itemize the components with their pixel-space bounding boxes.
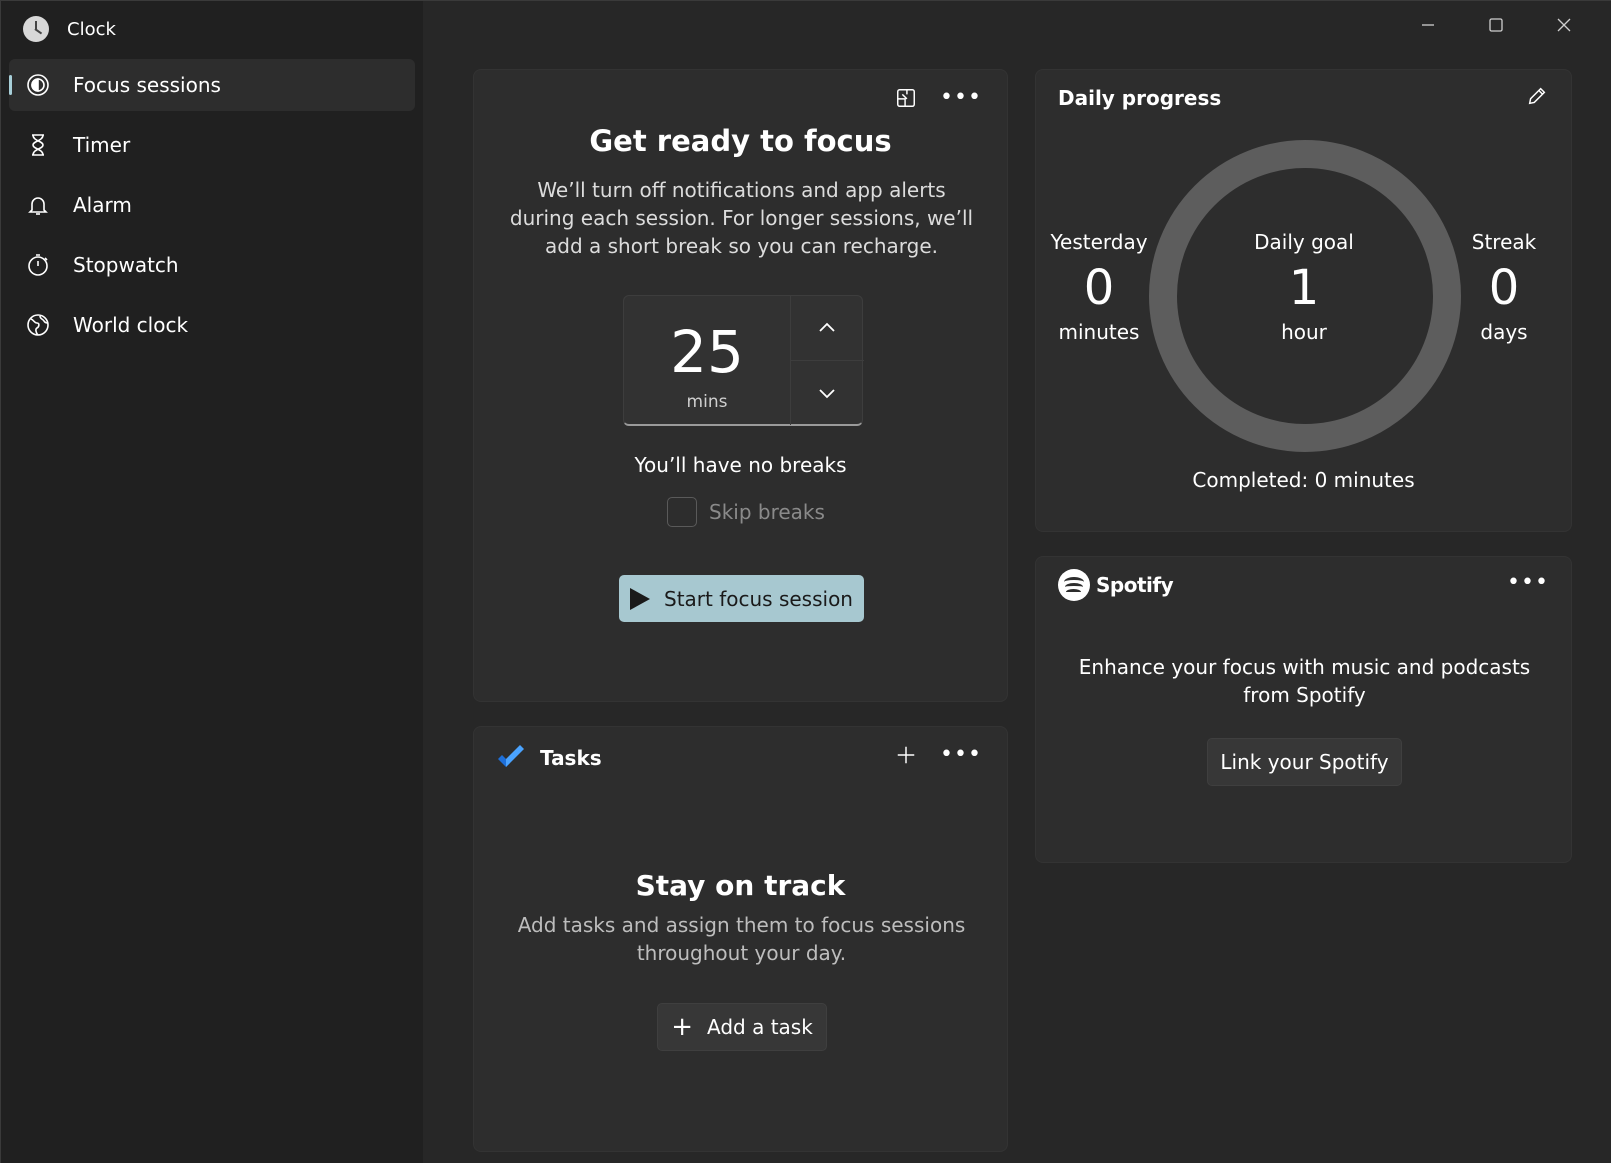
spotify-name: Spotify xyxy=(1096,573,1174,597)
maximize-button[interactable] xyxy=(1462,1,1530,49)
sidebar-item-timer[interactable]: Timer xyxy=(9,119,415,171)
sidebar-item-label: World clock xyxy=(73,313,189,337)
start-focus-session-label: Start focus session xyxy=(664,586,853,611)
play-icon xyxy=(630,587,650,610)
duration-unit: mins xyxy=(686,392,728,412)
tasks-description: Add tasks and assign them to focus sessi… xyxy=(517,913,966,965)
focus-session-card: ••• Get ready to focus We’ll turn off no… xyxy=(473,69,1008,702)
spotify-logo-icon xyxy=(1058,569,1090,601)
completed-text: Completed: 0 minutes xyxy=(1192,468,1415,492)
plus-icon: + xyxy=(671,1012,693,1042)
add-task-icon-button[interactable] xyxy=(888,737,924,773)
spotify-description: Enhance your focus with music and podcas… xyxy=(1078,655,1531,707)
sidebar-item-world-clock[interactable]: World clock xyxy=(9,299,415,351)
main-content: ••• Get ready to focus We’ll turn off no… xyxy=(423,1,1611,1163)
spotify-card: Spotify ••• Enhance your focus with musi… xyxy=(1035,556,1572,863)
breaks-info: You’ll have no breaks xyxy=(634,453,847,477)
daily-goal-label: Daily goal xyxy=(1254,230,1354,254)
sidebar: Clock Focus sessions Timer Alarm Stopwat… xyxy=(1,1,423,1163)
increase-duration-button[interactable] xyxy=(791,296,863,360)
pencil-icon xyxy=(1528,87,1546,105)
daily-goal-value: 1 xyxy=(1288,260,1320,316)
sidebar-item-focus-sessions[interactable]: Focus sessions xyxy=(9,59,415,111)
streak-label: Streak xyxy=(1471,230,1537,254)
more-icon: ••• xyxy=(940,85,982,110)
clock-app-icon xyxy=(23,16,49,42)
todo-check-icon xyxy=(498,745,524,767)
minimize-button[interactable] xyxy=(1394,1,1462,49)
compact-view-button[interactable] xyxy=(888,80,924,116)
hourglass-icon xyxy=(25,132,51,158)
app-title: Clock xyxy=(67,18,116,40)
compact-overlay-icon xyxy=(897,89,915,107)
spotify-header: Spotify xyxy=(1058,569,1174,601)
tasks-card: Tasks ••• Stay on track Add tasks and as… xyxy=(473,726,1008,1152)
add-task-label: Add a task xyxy=(707,1015,813,1039)
duration-value: 25 xyxy=(670,318,744,386)
more-icon: ••• xyxy=(1507,570,1549,595)
yesterday-value: 0 xyxy=(1083,260,1115,316)
skip-breaks-row: Skip breaks xyxy=(667,497,825,527)
daily-goal-stat: Daily goal 1 hour xyxy=(1224,230,1384,344)
bell-icon xyxy=(25,192,51,218)
yesterday-label: Yesterday xyxy=(1050,230,1148,254)
sidebar-nav: Focus sessions Timer Alarm Stopwatch Wor… xyxy=(9,59,415,359)
yesterday-unit: minutes xyxy=(1058,320,1140,344)
focus-icon xyxy=(25,72,51,98)
sidebar-item-alarm[interactable]: Alarm xyxy=(9,179,415,231)
more-options-button[interactable]: ••• xyxy=(940,80,982,116)
tasks-heading: Stay on track xyxy=(635,869,846,902)
focus-title: Get ready to focus xyxy=(589,124,892,158)
app-title-bar: Clock xyxy=(23,15,116,43)
stopwatch-icon xyxy=(25,252,51,278)
yesterday-stat: Yesterday 0 minutes xyxy=(1046,230,1152,344)
decrease-duration-button[interactable] xyxy=(791,361,863,425)
start-focus-session-button[interactable]: Start focus session xyxy=(619,575,864,622)
tasks-title: Tasks xyxy=(540,746,602,770)
streak-unit: days xyxy=(1480,320,1528,344)
sidebar-item-label: Timer xyxy=(73,133,131,157)
daily-progress-card: Daily progress Yesterday 0 minutes Daily… xyxy=(1035,69,1572,532)
close-icon xyxy=(1557,18,1571,32)
window-controls xyxy=(1394,1,1598,49)
plus-icon xyxy=(897,746,915,764)
minimize-icon xyxy=(1422,24,1434,26)
chevron-up-icon xyxy=(819,322,835,332)
daily-progress-title: Daily progress xyxy=(1058,86,1222,110)
sidebar-item-stopwatch[interactable]: Stopwatch xyxy=(9,239,415,291)
add-task-button[interactable]: + Add a task xyxy=(657,1003,827,1051)
spotify-more-button[interactable]: ••• xyxy=(1507,565,1549,601)
daily-goal-unit: hour xyxy=(1281,320,1327,344)
duration-stepper[interactable]: 25 mins xyxy=(623,295,864,426)
sidebar-item-label: Focus sessions xyxy=(73,73,221,97)
skip-breaks-label: Skip breaks xyxy=(709,500,825,524)
tasks-header: Tasks xyxy=(496,743,602,773)
clock-window: Clock Focus sessions Timer Alarm Stopwat… xyxy=(0,0,1611,1163)
focus-description: We’ll turn off notifications and app ale… xyxy=(509,178,974,258)
globe-icon xyxy=(25,312,51,338)
streak-stat: Streak 0 days xyxy=(1454,230,1554,344)
link-spotify-button[interactable]: Link your Spotify xyxy=(1207,738,1402,786)
streak-value: 0 xyxy=(1488,260,1520,316)
tasks-more-button[interactable]: ••• xyxy=(940,737,982,773)
more-icon: ••• xyxy=(940,742,982,767)
chevron-down-icon xyxy=(819,389,835,399)
edit-goal-button[interactable] xyxy=(1519,78,1555,114)
maximize-icon xyxy=(1489,18,1503,32)
sidebar-item-label: Alarm xyxy=(73,193,132,217)
close-button[interactable] xyxy=(1530,1,1598,49)
sidebar-item-label: Stopwatch xyxy=(73,253,179,277)
skip-breaks-checkbox[interactable] xyxy=(667,497,697,527)
